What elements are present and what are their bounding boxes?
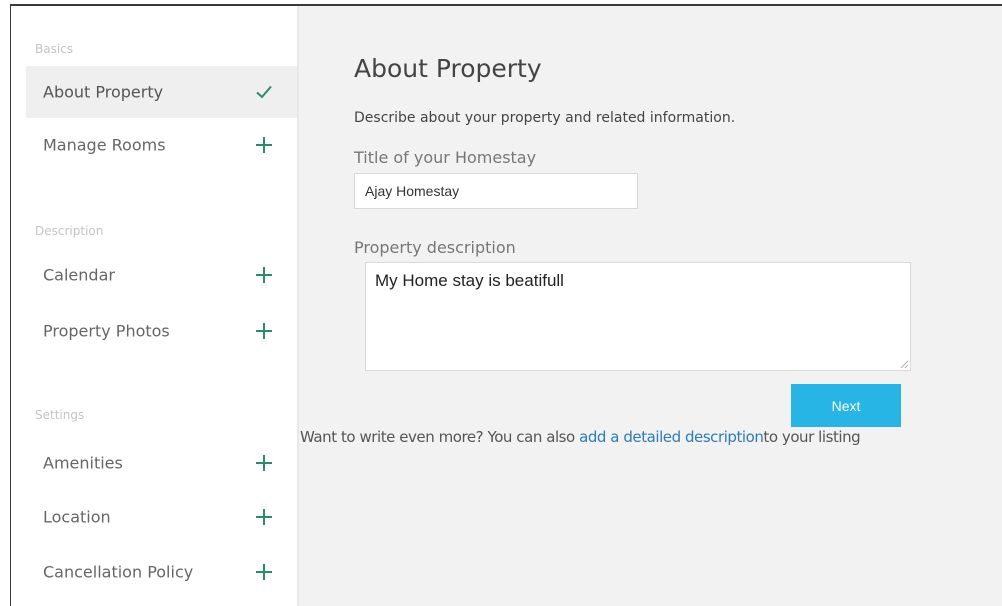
detailed-description-link[interactable]: add a detailed description xyxy=(579,428,764,446)
homestay-title-input[interactable] xyxy=(354,173,638,209)
check-icon xyxy=(256,85,272,99)
sidebar-item-label: Cancellation Policy xyxy=(43,562,194,582)
resize-grip-icon[interactable] xyxy=(897,357,909,369)
prompt-suffix: to your listing xyxy=(763,428,861,446)
sidebar-item-location[interactable]: Location xyxy=(26,491,297,543)
page-title: About Property xyxy=(354,54,542,83)
sidebar-item-label: Amenities xyxy=(43,453,123,473)
next-button[interactable]: Next xyxy=(791,384,901,427)
sidebar-item-label: About Property xyxy=(43,82,164,102)
sidebar-item-manage-rooms[interactable]: Manage Rooms xyxy=(26,119,297,171)
detailed-description-prompt: Want to write even more? You can also ad… xyxy=(300,428,861,446)
plus-icon xyxy=(256,137,272,153)
sidebar-item-cancellation-policy[interactable]: Cancellation Policy xyxy=(26,546,297,598)
plus-icon xyxy=(256,323,272,339)
property-description-label: Property description xyxy=(354,238,516,257)
sidebar-item-label: Calendar xyxy=(43,265,115,285)
sidebar-item-property-photos[interactable]: Property Photos xyxy=(26,305,297,357)
sidebar-item-label: Property Photos xyxy=(43,321,170,341)
app-frame: Basics Description Settings About Proper… xyxy=(0,0,1002,606)
plus-icon xyxy=(256,455,272,471)
section-heading-description: Description xyxy=(35,224,104,238)
sidebar-item-about-property[interactable]: About Property xyxy=(26,66,297,118)
page-subtitle: Describe about your property and related… xyxy=(354,110,736,126)
section-heading-settings: Settings xyxy=(35,408,85,422)
homestay-title-label: Title of your Homestay xyxy=(354,148,537,167)
property-description-textarea[interactable]: My Home stay is beatifull xyxy=(365,262,911,371)
plus-icon xyxy=(256,509,272,525)
sidebar-item-calendar[interactable]: Calendar xyxy=(26,249,297,301)
plus-icon xyxy=(256,267,272,283)
plus-icon xyxy=(256,564,272,580)
sidebar-item-label: Manage Rooms xyxy=(43,135,166,155)
prompt-prefix: Want to write even more? You can also xyxy=(300,428,580,446)
sidebar-item-label: Location xyxy=(43,507,111,527)
section-heading-basics: Basics xyxy=(35,42,74,56)
sidebar-item-amenities[interactable]: Amenities xyxy=(26,437,297,489)
